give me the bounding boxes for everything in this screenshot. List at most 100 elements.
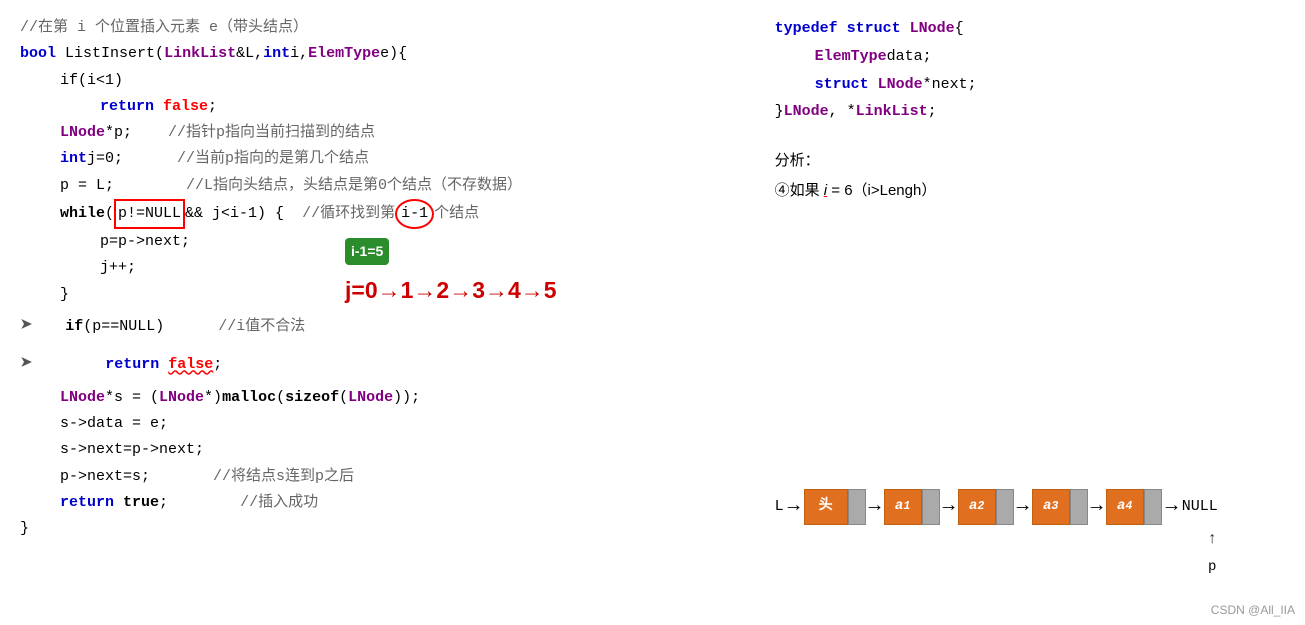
struct-lnode-name: LNode <box>910 15 955 43</box>
s-data-line: s->data = e; <box>20 411 735 437</box>
ll-head-ptr <box>848 489 866 525</box>
i-var: i <box>824 182 827 199</box>
type-lnode2: LNode <box>60 385 105 411</box>
code-malloc4: ( <box>339 385 348 411</box>
analysis-title: 分析： <box>775 146 1285 176</box>
data-field: data; <box>887 43 932 71</box>
ll-node-a4: a4 <box>1106 489 1162 525</box>
struct-close-line: }LNode, *LinkList; <box>775 98 1285 126</box>
comment-true: //插入成功 <box>240 490 318 516</box>
malloc-line: LNode *s = (LNode *)malloc(sizeof(LNode)… <box>20 385 735 411</box>
code-j: j=0; <box>87 146 123 172</box>
type-lnode4: LNode <box>348 385 393 411</box>
code-malloc3: ( <box>276 385 285 411</box>
ll-arrow-5: → <box>1166 488 1178 525</box>
code-pnexts: p->next=s; <box>60 464 150 490</box>
struct-open: { <box>955 15 964 43</box>
if-keyword: if(i<1) <box>60 68 123 94</box>
watermark: CSDN @All_IIA <box>1211 603 1295 617</box>
next-field: struct LNode *next; <box>775 71 1285 99</box>
return-keyword2: return false; <box>39 352 222 378</box>
comment-pnexts: //将结点s连到p之后 <box>213 464 354 490</box>
lnode-alias: LNode <box>784 98 829 126</box>
comment-null: //i值不合法 <box>218 314 305 340</box>
keyword-int: int <box>263 41 290 67</box>
func-close: } <box>20 516 735 542</box>
comma: , * <box>829 98 856 126</box>
code-malloc5: )); <box>393 385 420 411</box>
close-brace1: } <box>60 282 69 308</box>
close-brace2: } <box>20 516 29 542</box>
code-snext: s->next=p->next; <box>60 437 204 463</box>
analysis-title-text: 分析： <box>775 152 820 169</box>
kw-return2: return <box>105 356 159 373</box>
p-not-null-highlighted: p!=NULL <box>114 199 185 229</box>
type-elemtype2: ElemType <box>815 43 887 71</box>
code-jinc: j++; <box>100 255 136 281</box>
type-lnode3: LNode <box>159 385 204 411</box>
function-name: ListInsert( <box>65 41 164 67</box>
next-ptr: *next; <box>923 71 977 99</box>
ll-null-label: NULL <box>1182 493 1218 521</box>
while-keyword: while <box>60 201 105 227</box>
type-lnode1: LNode <box>60 120 105 146</box>
kw-return3: return <box>60 490 114 516</box>
annotation-area: i-1=5 j=0→1→2→3→4→5 <box>345 238 557 311</box>
kw-struct: struct <box>847 15 901 43</box>
return-true-line: return true; //插入成功 <box>20 490 735 516</box>
green-badge: i-1=5 <box>345 238 389 265</box>
p-indicator: ↑ p <box>1207 525 1217 580</box>
p-next-s-line: p->next=s; //将结点s连到p之后 <box>20 464 735 490</box>
code-sdata: s->data = e; <box>60 411 168 437</box>
comment-pl: //L指向头结点，头结点是第0个结点（不存数据） <box>186 173 522 199</box>
sequence-annotation: j=0→1→2→3→4→5 <box>345 270 557 310</box>
code-malloc: *s = ( <box>105 385 159 411</box>
arrow-2: ➤ <box>20 346 33 385</box>
ll-a4-data: a4 <box>1106 489 1144 525</box>
ll-l-label: L <box>775 493 784 521</box>
p-assign-line: p = L; //L指向头结点，头结点是第0个结点（不存数据） <box>20 173 735 199</box>
ll-arrow-3: → <box>1017 488 1029 525</box>
green-badge-container: i-1=5 <box>345 238 557 266</box>
ll-head-data: 头 <box>804 489 848 525</box>
code-pl: p = L; <box>60 173 114 199</box>
semicolon-struct: ; <box>928 98 937 126</box>
elemtype-field: ElemType data; <box>775 43 1285 71</box>
comment-while2: 个结点 <box>434 201 479 227</box>
code-text3: e){ <box>380 41 407 67</box>
type-linklist: LinkList <box>164 41 236 67</box>
comment-text: //在第 i 个位置插入元素 e（带头结点） <box>20 15 308 41</box>
kw-typedef: typedef <box>775 15 838 43</box>
return-false-line2: ➤ return false; <box>20 346 735 385</box>
p-label-text: p <box>1208 555 1216 581</box>
comment-while: //循环找到第 <box>302 201 395 227</box>
ll-node-a2: a2 <box>958 489 1014 525</box>
ll-a3-data: a3 <box>1032 489 1070 525</box>
function-signature: bool ListInsert(LinkList &L, int i, Elem… <box>20 41 735 67</box>
ll-node-a1: a1 <box>884 489 940 525</box>
ll-arrow-1: → <box>869 488 881 525</box>
code-text: &L, <box>236 41 263 67</box>
lnode-p-line: LNode *p; //指针p指向当前扫描到的结点 <box>20 120 735 146</box>
false-value1: false <box>163 94 208 120</box>
comment-p: //指针p指向当前扫描到的结点 <box>168 120 375 146</box>
p-arrow-up: ↑ <box>1207 525 1217 555</box>
while-cond2: && j<i-1) { <box>185 201 284 227</box>
linked-list-area: L → 头 → a1 → a2 <box>775 488 1305 555</box>
ll-node-head: 头 <box>804 489 866 525</box>
if-null-line: ➤ if(p==NULL) //i值不合法 <box>20 308 735 347</box>
keyword-int2: int <box>60 146 87 172</box>
right-panel: typedef struct LNode{ ElemType data; str… <box>775 10 1285 615</box>
ll-arrow-2: → <box>943 488 955 525</box>
ll-a2-data: a2 <box>958 489 996 525</box>
keyword-bool: bool <box>20 41 56 67</box>
return-false-line1: return false; <box>20 94 735 120</box>
ll-a1-ptr <box>922 489 940 525</box>
s-next-line: s->next=p->next; <box>20 437 735 463</box>
struct-close: } <box>775 98 784 126</box>
while-paren: ( <box>105 201 114 227</box>
keyword-return1: return <box>100 94 154 120</box>
ll-node-a3: a3 <box>1032 489 1088 525</box>
code-text2: i, <box>290 41 308 67</box>
p-pointer-area: ↑ p <box>775 525 1305 555</box>
